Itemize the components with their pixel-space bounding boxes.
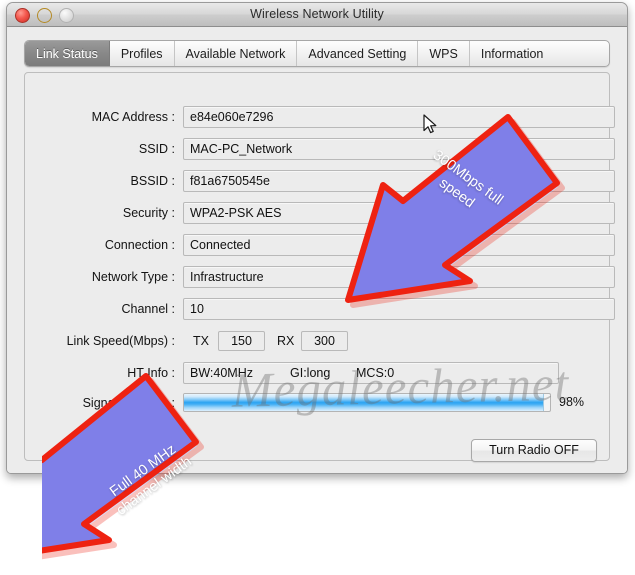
ht-info-guard-interval: GI:long bbox=[290, 366, 331, 380]
ht-info-bandwidth: BW:40MHz bbox=[190, 366, 253, 380]
tab-link-status[interactable]: Link Status bbox=[25, 41, 110, 66]
tab-profiles[interactable]: Profiles bbox=[110, 41, 175, 66]
window-body: Link Status Profiles Available Network A… bbox=[7, 27, 627, 473]
tab-available-network[interactable]: Available Network bbox=[175, 41, 298, 66]
mac-address-field[interactable]: e84e060e7296 bbox=[183, 106, 615, 128]
channel-label: Channel : bbox=[121, 302, 175, 316]
rx-value-field[interactable]: 300 bbox=[301, 331, 348, 351]
channel-field[interactable]: 10 bbox=[183, 298, 615, 320]
ht-info-label: HT Info : bbox=[127, 366, 175, 380]
connection-label: Connection : bbox=[104, 238, 175, 252]
turn-radio-off-button[interactable]: Turn Radio OFF bbox=[471, 439, 597, 462]
link-speed-label: Link Speed(Mbps) : bbox=[66, 334, 175, 348]
signal-strength-percent: 98% bbox=[559, 395, 585, 409]
tab-advanced-setting[interactable]: Advanced Setting bbox=[297, 41, 419, 66]
ssid-field[interactable]: MAC-PC_Network bbox=[183, 138, 615, 160]
ht-info-mcs: MCS:0 bbox=[356, 366, 395, 380]
signal-strength-label: Signal Strength : bbox=[82, 396, 175, 410]
window-title: Wireless Network Utility bbox=[250, 7, 384, 21]
application-window: Wireless Network Utility Link Status Pro… bbox=[6, 2, 628, 474]
tab-wps[interactable]: WPS bbox=[418, 41, 470, 66]
bssid-label: BSSID : bbox=[130, 174, 175, 188]
tab-information[interactable]: Information bbox=[470, 41, 555, 66]
tab-bar: Link Status Profiles Available Network A… bbox=[24, 40, 610, 67]
link-status-panel: MAC Address : e84e060e7296 SSID : MAC-PC… bbox=[24, 72, 615, 462]
mac-address-label: MAC Address : bbox=[91, 110, 175, 124]
rx-label: RX bbox=[277, 334, 295, 348]
screenshot-root: Wireless Network Utility Link Status Pro… bbox=[0, 0, 635, 575]
network-type-field[interactable]: Infrastructure bbox=[183, 266, 615, 288]
signal-strength-bar bbox=[183, 393, 551, 412]
tx-label: TX bbox=[193, 334, 209, 348]
security-field[interactable]: WPA2-PSK AES bbox=[183, 202, 615, 224]
signal-strength-fill bbox=[184, 394, 544, 411]
ssid-label: SSID : bbox=[138, 142, 175, 156]
connection-field[interactable]: Connected bbox=[183, 234, 615, 256]
ht-info-field[interactable]: BW:40MHz GI:long MCS:0 bbox=[183, 362, 559, 384]
bssid-field[interactable]: f81a6750545e bbox=[183, 170, 615, 192]
security-label: Security : bbox=[122, 206, 175, 220]
window-titlebar[interactable]: Wireless Network Utility bbox=[7, 3, 627, 27]
network-type-label: Network Type : bbox=[91, 270, 175, 284]
mouse-cursor-icon bbox=[423, 114, 439, 136]
tx-value-field[interactable]: 150 bbox=[218, 331, 265, 351]
